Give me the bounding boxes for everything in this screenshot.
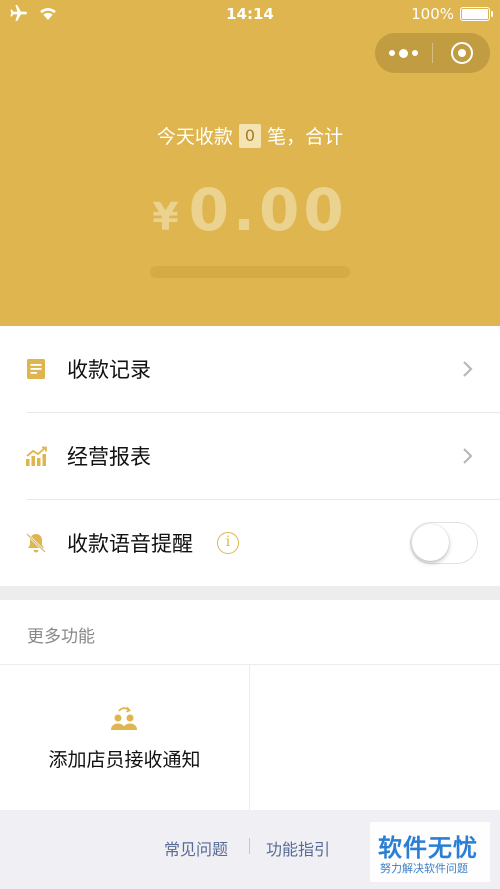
business-report-item[interactable]: 经营报表 [0, 413, 500, 499]
status-right: 100% [411, 5, 493, 23]
menu-list: 收款记录 经营报表 收款语音提醒 i [0, 326, 500, 586]
today-summary: 今天收款 0 笔，合计 [0, 122, 500, 149]
today-amount: ¥ 0.00 [0, 176, 500, 244]
grid-divider [249, 665, 250, 810]
loading-bar [150, 266, 350, 278]
close-miniprogram-button[interactable] [433, 42, 490, 64]
miniprogram-capsule [375, 33, 490, 73]
guide-link[interactable]: 功能指引 [266, 836, 330, 860]
today-suffix: 笔，合计 [267, 126, 344, 148]
header-panel: 14:14 100% 今天收款 0 笔，合计 ¥ 0.00 [0, 0, 500, 326]
voice-reminder-label: 收款语音提醒 [67, 532, 193, 556]
add-staff-notify-label: 添加店员接收通知 [48, 749, 201, 771]
chevron-right-icon [463, 448, 473, 464]
amount-value: 0.00 [188, 176, 348, 244]
business-report-label: 经营报表 [67, 445, 151, 469]
watermark-logo: 软件无忧 努力解决软件问题 [370, 822, 490, 882]
toggle-knob [412, 524, 449, 561]
dot-icon [412, 50, 418, 56]
dot-icon [399, 48, 408, 58]
more-options-button[interactable] [375, 48, 432, 58]
currency-symbol: ¥ [152, 195, 179, 239]
faq-link[interactable]: 常见问题 [164, 836, 228, 860]
today-prefix: 今天收款 [156, 126, 233, 148]
bar-chart-icon [26, 446, 47, 466]
battery-icon [460, 7, 493, 21]
add-staff-notify-button[interactable]: 添加店员接收通知 [0, 665, 249, 810]
voice-reminder-toggle[interactable] [410, 522, 478, 564]
dot-icon [389, 50, 395, 56]
document-icon [27, 359, 45, 379]
status-bar: 14:14 100% [0, 0, 500, 28]
today-count-badge: 0 [238, 123, 262, 148]
info-icon[interactable]: i [217, 532, 239, 554]
battery-percent: 100% [411, 5, 454, 23]
target-icon [450, 42, 473, 64]
footer-separator [249, 838, 250, 854]
voice-reminder-item: 收款语音提醒 i [0, 500, 500, 586]
payment-records-label: 收款记录 [67, 358, 151, 382]
chevron-right-icon [463, 361, 473, 377]
bell-mute-icon [26, 533, 46, 553]
staff-exchange-icon [111, 706, 137, 730]
watermark-title: 软件无忧 [378, 834, 478, 862]
more-features-panel: 更多功能 添加店员接收通知 [0, 600, 500, 810]
more-features-title: 更多功能 [27, 627, 95, 647]
payment-records-item[interactable]: 收款记录 [0, 326, 500, 412]
watermark-subtitle: 努力解决软件问题 [380, 862, 468, 875]
